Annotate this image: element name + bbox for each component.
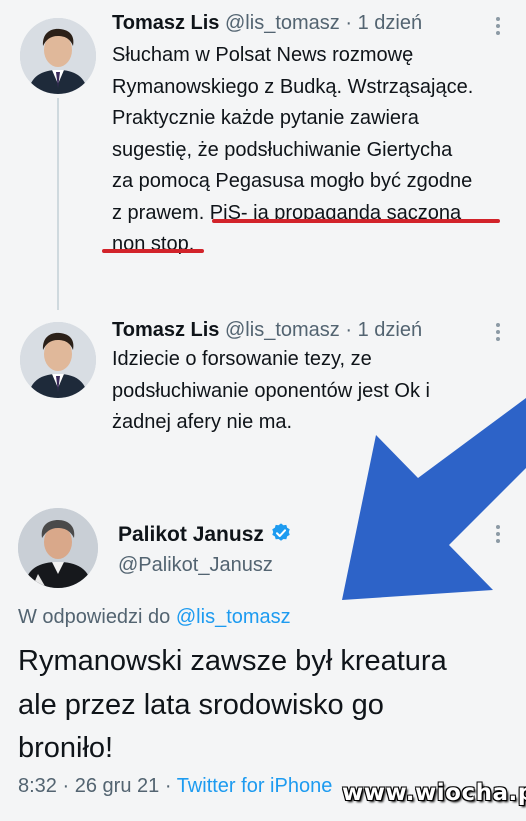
man-portrait-icon [20,322,96,398]
man-portrait-icon [18,508,98,588]
red-underline-annotation [212,219,500,223]
avatar[interactable] [20,322,96,398]
tweet-line: za pomocą Pegasusa mogło być zgodne [112,170,473,192]
author-name[interactable]: Tomasz Lis [112,319,219,341]
author-name-row: Palikot Janusz [118,522,292,547]
thread-tweet-2[interactable]: Tomasz Lis @lis_tomasz · 1 dzień Idzieci… [0,300,526,460]
author-handle[interactable]: @lis_tomasz [225,12,340,34]
separator-dot: · [164,775,172,797]
tweet-line: Idziecie o forsowanie tezy, ze [112,348,372,370]
main-tweet-text: Rymanowski zawsze był kreatura ale przez… [18,640,518,771]
more-options-icon[interactable] [492,522,504,546]
tweet-line: Rymanowskiego z Budką. Wstrząsające. [112,75,474,98]
avatar[interactable] [18,508,98,588]
tweet-line: Rymanowski zawsze był kreatura [18,645,447,677]
author-handle-row: @Palikot_Janusz [118,554,273,577]
author-name[interactable]: Tomasz Lis [112,12,219,34]
red-underline-annotation [102,249,204,253]
tweet-line: z prawem. PiS- ia propaganda sączona [112,201,462,224]
tweet-time[interactable]: 1 dzień [358,12,423,34]
tweet-header: Tomasz Lis @lis_tomasz · 1 dzień [112,12,422,35]
author-handle[interactable]: @lis_tomasz [225,319,340,341]
watermark: www.wiocha.pl [342,780,526,806]
author-name[interactable]: Palikot Janusz [118,523,264,546]
tweet-line: non stop. [112,233,195,255]
tweet-text: Idziecie o forsowanie tezy, ze podsłuchi… [112,344,512,439]
tweet-date[interactable]: 26 gru 21 [75,775,160,797]
tweet-header: Tomasz Lis @lis_tomasz · 1 dzień [112,319,422,342]
tweet-text: Słucham w Polsat News rozmowę Rymanowski… [112,40,512,261]
more-options-icon[interactable] [492,14,504,38]
tweet-line: żadnej afery nie ma. [112,411,293,433]
tweet-line: Praktycznie każde pytanie zawiera [112,107,419,129]
separator-dot: · [62,775,70,797]
separator-dot: · [345,319,353,341]
tweet-line: broniło! [18,732,114,764]
reply-handle-link[interactable]: @lis_tomasz [176,606,291,628]
tweet-line: podsłuchiwanie oponentów jest Ok i [112,379,430,402]
author-handle[interactable]: @Palikot_Janusz [118,554,273,576]
separator-dot: · [345,12,353,34]
reply-context: W odpowiedzi do @lis_tomasz [18,606,291,629]
verified-badge-icon [272,523,290,541]
tweet-time[interactable]: 8:32 [18,775,57,797]
tweet-line: Słucham w Polsat News rozmowę [112,44,414,66]
more-options-icon[interactable] [492,320,504,344]
tweet-time[interactable]: 1 dzień [358,319,423,341]
tweet-line: ale przez lata srodowisko go [18,688,384,721]
tweet-meta: 8:32 · 26 gru 21 · Twitter for iPhone [18,775,332,798]
thread-tweet-1[interactable]: Tomasz Lis @lis_tomasz · 1 dzień Słucham… [0,0,526,300]
reply-prefix: W odpowiedzi do [18,606,171,628]
tweet-line: sugestię, że podsłuchiwanie Giertycha [112,138,453,161]
tweet-source-link[interactable]: Twitter for iPhone [177,775,333,797]
man-portrait-icon [20,18,96,94]
avatar[interactable] [20,18,96,94]
